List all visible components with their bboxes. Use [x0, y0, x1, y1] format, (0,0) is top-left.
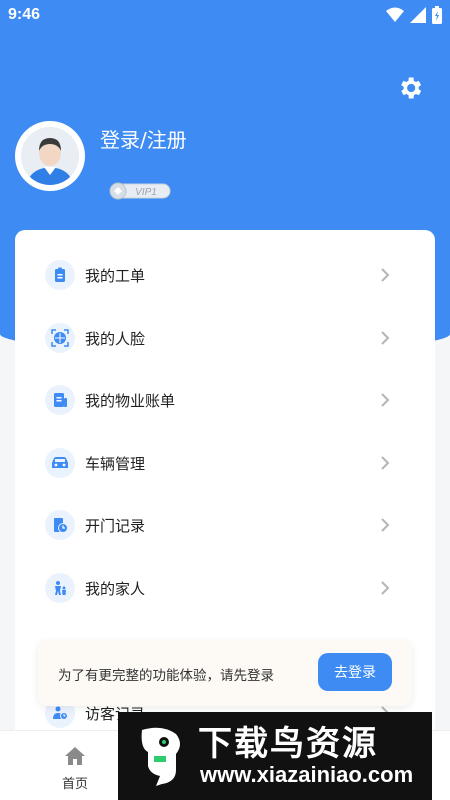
status-bar: 9:46	[0, 0, 450, 32]
status-time: 9:46	[8, 6, 41, 23]
wifi-icon	[386, 7, 404, 22]
chevron-right-icon	[381, 518, 390, 532]
chevron-right-icon	[381, 331, 390, 345]
vip-badge: VIP1	[109, 182, 171, 200]
menu-item-property-bill[interactable]: 我的物业账单	[15, 369, 435, 431]
menu-item-door-records[interactable]: 开门记录	[15, 494, 435, 556]
login-register-link[interactable]: 登录/注册	[100, 124, 187, 153]
menu-item-work-orders[interactable]: 我的工单	[15, 244, 435, 306]
door-record-icon	[45, 510, 75, 540]
chevron-right-icon	[381, 393, 390, 407]
avatar[interactable]	[15, 121, 85, 191]
settings-gear-icon[interactable]	[396, 74, 424, 102]
battery-icon	[432, 6, 442, 24]
chevron-right-icon	[381, 268, 390, 282]
car-icon	[45, 448, 75, 478]
menu-item-vehicle[interactable]: 车辆管理	[15, 432, 435, 494]
bird-logo-icon	[141, 727, 180, 786]
menu-item-label: 车辆管理	[85, 454, 146, 473]
watermark-title: 下载鸟资源	[198, 724, 378, 764]
bill-icon	[45, 385, 75, 415]
tab-home-label: 首页	[61, 777, 88, 792]
menu-item-family[interactable]: 我的家人	[15, 557, 435, 619]
vip-badge-text: VIP1	[135, 187, 157, 198]
menu-item-label: 我的家人	[85, 579, 146, 598]
watermark-url: www.xiazainiao.com	[200, 762, 414, 787]
go-login-button[interactable]: 去登录	[318, 653, 392, 691]
home-icon	[65, 747, 85, 765]
menu-item-face[interactable]: 我的人脸	[15, 307, 435, 369]
login-prompt-text: 为了有更完整的功能体验，请先登录	[58, 668, 274, 684]
family-icon	[45, 573, 75, 603]
user-avatar-icon	[21, 127, 79, 185]
tab-home[interactable]: 首页	[40, 743, 110, 793]
chevron-right-icon	[381, 581, 390, 595]
menu-item-label: 开门记录	[85, 516, 146, 535]
menu-item-label: 我的物业账单	[85, 391, 176, 410]
menu-item-label: 我的人脸	[85, 329, 146, 348]
login-prompt-banner: 为了有更完整的功能体验，请先登录 去登录	[38, 640, 412, 706]
signal-icon	[410, 7, 426, 23]
clipboard-icon	[45, 260, 75, 290]
menu-item-label: 我的工单	[85, 266, 146, 285]
face-scan-icon	[45, 323, 75, 353]
watermark-banner: 下载鸟资源 www.xiazainiao.com	[118, 712, 432, 800]
chevron-right-icon	[381, 456, 390, 470]
